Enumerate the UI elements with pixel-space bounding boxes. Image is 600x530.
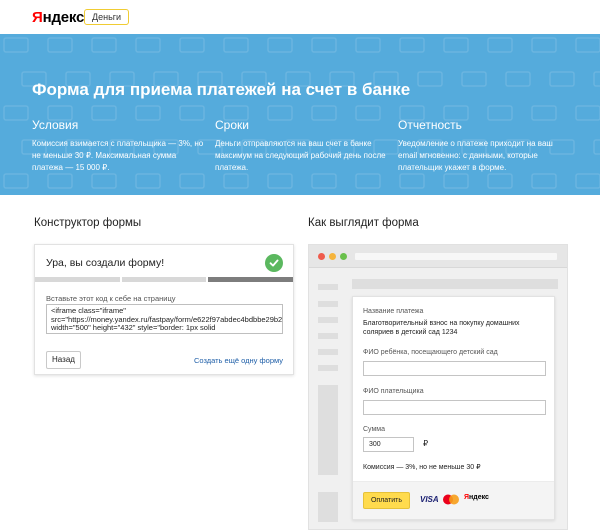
pattern-tile [91,173,117,189]
pattern-tile [135,173,161,189]
pattern-tile [311,173,337,189]
back-button[interactable]: Назад [46,351,81,369]
pattern-tile [179,173,205,189]
browser-toolbar [309,245,567,268]
pattern-tile [461,71,487,87]
fee-text: Комиссия — 3%, но не меньше 30 ₽ [363,464,481,471]
visa-logo-icon: VISA [420,495,439,504]
close-dot-icon [318,253,325,260]
conditions-title: Условия [32,118,79,132]
pattern-tile [399,37,425,53]
card-title: Ура, вы создали форму! [46,257,165,269]
pattern-tile [355,173,381,189]
payment-footer: Оплатить VISA Яндекс [353,481,554,519]
pattern-tile [355,37,381,53]
pattern-tile [311,37,337,53]
child-name-label: ФИО ребёнка, посещающего детский сад [363,349,498,356]
reporting-text: Уведомление о платеже приходит на ваш em… [398,139,553,172]
progress-step [35,277,120,282]
progress-step [121,277,207,282]
pattern-tile [593,139,600,155]
pattern-tile [443,37,469,53]
service-badge[interactable]: Деньги [84,9,130,25]
amount-label: Сумма [363,426,385,433]
constructor-card: Ура, вы создали форму! Вставьте этот код… [34,244,294,375]
pattern-tile [487,173,513,189]
pattern-tile [549,71,575,87]
hero-title: Форма для приема платежей на счет в банк… [32,80,411,99]
pattern-tile [399,173,425,189]
pattern-tile [487,37,513,53]
conditions-column: Условия Комиссия взимается с плательщика… [32,118,207,174]
hero-banner: Форма для приема платежей на счет в банк… [0,34,600,195]
pattern-tile [3,173,29,189]
payment-form-preview: Название платежа Благотворительный взнос… [352,296,555,520]
child-name-input[interactable] [363,361,546,376]
pay-button[interactable]: Оплатить [363,492,410,509]
address-bar [355,253,557,260]
constructor-section-title: Конструктор формы [34,217,142,229]
mastercard-logo-icon [443,494,459,505]
pattern-tile [47,37,73,53]
terms-text: Деньги отправляются на ваш счет в банке … [215,139,386,172]
pattern-tile [575,173,600,189]
yandex-logo[interactable]: Яндекс [32,9,84,26]
terms-column: Сроки Деньги отправляются на ваш счет в … [215,118,390,174]
embed-code-field[interactable]: <iframe class="iframe" src="https://mone… [46,304,283,334]
pattern-tile [267,173,293,189]
pattern-tile [531,173,557,189]
payer-name-label: ФИО плательщика [363,388,424,395]
create-another-form-link[interactable]: Создать ещё одну форму [194,356,283,365]
embed-code-hint: Вставьте этот код к себе на страницу [46,294,176,303]
pattern-tile [417,71,443,87]
top-bar: Яндекс Деньги [0,0,600,34]
placeholder-block [318,284,338,290]
currency-sign: ₽ [423,439,429,448]
pattern-tile [575,105,600,121]
pattern-tile [575,37,600,53]
payment-purpose-label: Название платежа [363,308,424,315]
pattern-tile [223,37,249,53]
placeholder-block [318,385,338,475]
preview-section-title: Как выглядит форма [308,217,419,229]
placeholder-block [318,492,338,522]
pattern-tile [505,71,531,87]
pattern-tile [531,37,557,53]
conditions-text: Комиссия взимается с плательщика — 3%, н… [32,139,204,172]
pattern-tile [3,37,29,53]
pattern-tile [47,173,73,189]
progress-steps [35,277,294,282]
pattern-tile [135,37,161,53]
terms-title: Сроки [215,118,249,132]
payment-purpose-value: Благотворительный взнос на покупку домаш… [363,320,520,336]
progress-step [208,277,294,282]
placeholder-block [352,279,558,289]
reporting-column: Отчетность Уведомление о платеже приходи… [398,118,573,174]
pattern-tile [91,37,117,53]
payer-name-input[interactable] [363,400,546,415]
pattern-tile [443,173,469,189]
pattern-tile [3,105,29,121]
placeholder-block [318,365,338,371]
yandex-money-logo-icon: Яндекс [464,494,489,501]
pattern-tile [179,37,205,53]
pattern-tile [267,37,293,53]
placeholder-block [318,349,338,355]
reporting-title: Отчетность [398,118,462,132]
placeholder-block [318,301,338,307]
placeholder-block [318,317,338,323]
success-check-icon [265,254,283,272]
pattern-tile [223,173,249,189]
maximize-dot-icon [340,253,347,260]
amount-input[interactable]: 300 [363,437,414,452]
pattern-tile [593,71,600,87]
placeholder-block [318,333,338,339]
minimize-dot-icon [329,253,336,260]
